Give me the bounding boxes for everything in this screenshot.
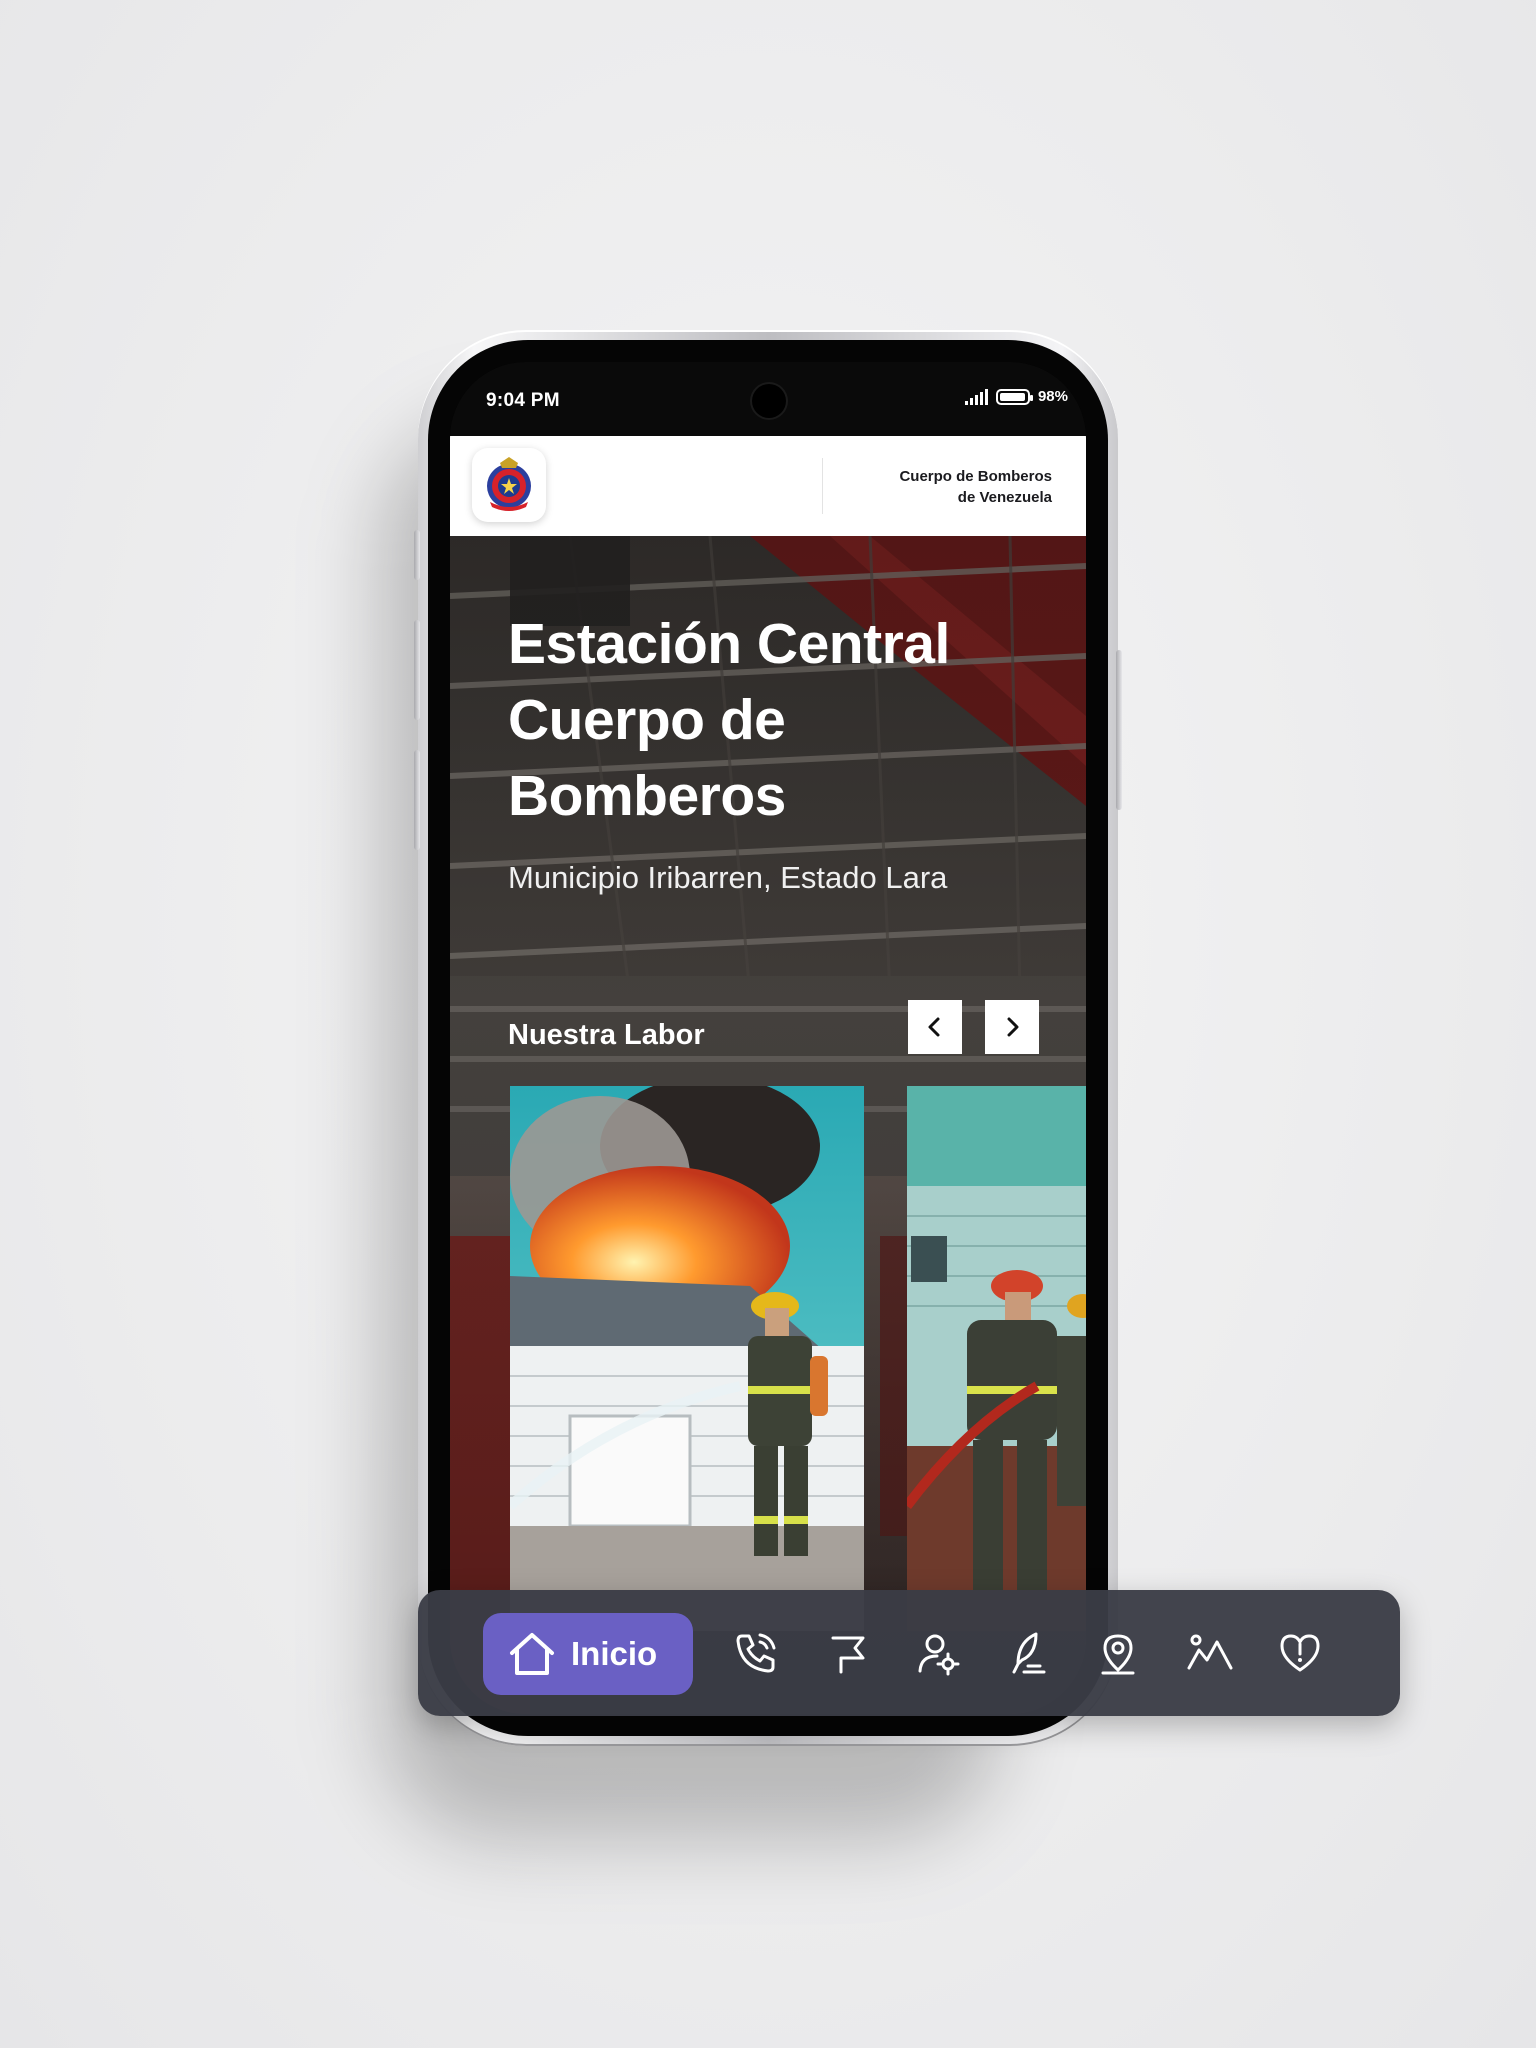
hero-subtitle: Municipio Iribarren, Estado Lara [508,860,948,895]
nav-quill-button[interactable] [999,1623,1059,1683]
phone-frame: 9:04 PM 98% Cuerpo de Bomberos de Venezu… [414,330,1122,1746]
side-button [414,750,420,850]
signal-icon [964,388,988,405]
nav-flag-button[interactable] [818,1623,878,1683]
side-button [414,530,420,580]
header-divider [822,458,823,514]
org-name-line2: de Venezuela [957,489,1052,506]
hero-section: Estación Central Cuerpo de Bomberos Muni… [450,536,1086,1714]
gallery-prev-button[interactable] [908,1000,962,1054]
home-icon [510,1633,554,1675]
app-header: Cuerpo de Bomberos de Venezuela [450,436,1086,536]
chevron-right-icon [1007,1017,1019,1037]
battery-percent: 98% [1037,388,1068,405]
nav-health-button[interactable] [1270,1623,1330,1683]
phone-screen: 9:04 PM 98% Cuerpo de Bomberos de Venezu… [450,362,1086,1714]
power-button [1116,650,1122,810]
person-mountain-icon [1187,1634,1233,1670]
front-camera [752,384,786,418]
section-title: Nuestra Labor [508,1019,705,1051]
firefighters-crest-icon[interactable] [472,448,546,522]
org-name-line1: Cuerpo de Bomberos [899,468,1052,485]
status-time: 9:04 PM [486,390,560,411]
nav-home-button[interactable]: Inicio [483,1613,693,1695]
firefighter-hosing-house-image [510,1086,864,1631]
status-bar: 9:04 PM 98% [450,362,1086,436]
battery-icon [995,388,1033,405]
heart-alert-icon [1280,1634,1320,1672]
flag-icon [831,1636,865,1674]
nav-location-button[interactable] [1088,1623,1148,1683]
status-indicators: 98% [964,388,1068,405]
gallery-next-button[interactable] [985,1000,1039,1054]
nav-user-settings-button[interactable] [908,1623,968,1683]
hero-title: Estación Central Cuerpo de Bomberos [508,612,950,828]
nav-home-label: Inicio [571,1635,658,1672]
firefighters-with-hose-image [907,1086,1086,1631]
battery-level-fill [999,392,1025,401]
gallery-card[interactable] [510,1086,864,1631]
gallery-card[interactable] [907,1086,1086,1631]
side-button [414,620,420,720]
quill-icon [1012,1632,1046,1674]
org-name: Cuerpo de Bomberos de Venezuela [899,466,1052,508]
phone-call-icon [736,1633,776,1673]
chevron-left-icon [928,1017,940,1037]
bottom-navigation: Inicio [418,1590,1400,1716]
location-pin-icon [1101,1634,1135,1675]
user-settings-icon [918,1634,960,1676]
nav-phone-button[interactable] [726,1623,786,1683]
nav-activity-button[interactable] [1180,1623,1240,1683]
